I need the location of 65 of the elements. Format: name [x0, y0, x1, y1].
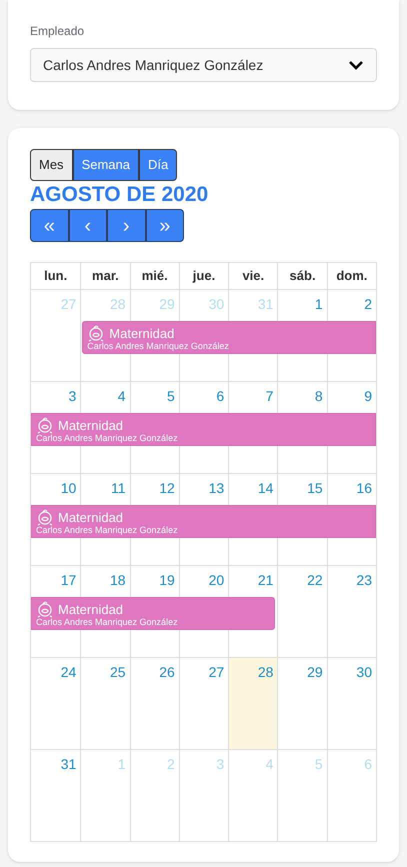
day-number[interactable]: 12 [159, 478, 175, 499]
event-title: Maternidad [58, 510, 124, 524]
month-title: AGOSTO DE 2020 [30, 182, 210, 208]
day-number[interactable]: 6 [216, 386, 224, 407]
weekday-header: jue. [192, 267, 216, 286]
day-number[interactable]: 10 [60, 478, 76, 499]
day-number[interactable]: 23 [356, 570, 372, 591]
weekday-header: lun. [44, 267, 68, 286]
event-person: Carlos Andres Manriquez González [87, 342, 230, 351]
day-number[interactable]: 2 [364, 294, 372, 315]
view-tab[interactable]: Semana [72, 149, 139, 181]
day-number[interactable]: 30 [356, 662, 372, 683]
event-bar[interactable]: Maternidad Carlos Andres Manriquez González [31, 597, 276, 630]
view-tab[interactable]: Día [138, 149, 178, 181]
event-title: Maternidad [109, 326, 174, 340]
day-number[interactable]: 5 [167, 386, 175, 407]
event-person: Carlos Andres Manriquez González [36, 618, 179, 627]
nav-button[interactable]: ‹ [68, 209, 107, 242]
day-number[interactable]: 21 [258, 570, 274, 591]
day-number[interactable]: 29 [307, 662, 323, 683]
weekday-header: sáb. [290, 267, 316, 286]
day-number[interactable]: 28 [258, 662, 274, 683]
nav-button[interactable]: » [146, 209, 184, 242]
day-number[interactable]: 13 [208, 478, 224, 499]
day-number[interactable]: 24 [60, 662, 76, 683]
day-number[interactable]: 14 [258, 478, 274, 499]
day-number[interactable]: 1 [314, 294, 323, 315]
day-number[interactable]: 19 [159, 570, 175, 591]
day-number[interactable]: 18 [110, 570, 126, 591]
nav-button[interactable]: › [107, 209, 146, 242]
event-bar[interactable]: Maternidad Carlos Andres Manriquez González [31, 505, 376, 538]
baby-face-icon [87, 324, 106, 342]
day-number[interactable]: 22 [307, 570, 323, 591]
day-number[interactable]: 15 [307, 478, 323, 499]
day-number[interactable]: 8 [314, 386, 323, 407]
nav-button[interactable]: « [30, 209, 68, 242]
event-bar[interactable]: Maternidad Carlos Andres Manriquez González [82, 321, 376, 354]
day-number[interactable]: 31 [60, 754, 76, 775]
weekday-header: mié. [142, 267, 168, 286]
weekday-header: mar. [92, 267, 119, 286]
day-number[interactable]: 25 [110, 662, 126, 683]
baby-face-icon [36, 508, 54, 526]
day-number[interactable]: 16 [356, 478, 372, 499]
event-person: Carlos Andres Manriquez González [36, 526, 179, 535]
baby-face-icon [36, 600, 54, 618]
event-title: Maternidad [58, 418, 124, 432]
day-number[interactable]: 17 [60, 570, 76, 591]
day-number[interactable]: 3 [68, 386, 76, 407]
weekday-header: vie. [242, 267, 264, 286]
employee-select[interactable]: Carlos Andres Manriquez González [30, 48, 377, 82]
event-person: Carlos Andres Manriquez González [36, 434, 179, 443]
view-tab[interactable]: Mes [30, 149, 73, 181]
day-number[interactable]: 9 [364, 386, 372, 407]
event-title: Maternidad [58, 602, 124, 616]
day-number[interactable]: 4 [118, 386, 126, 407]
weekday-header: dom. [336, 267, 368, 286]
day-number[interactable]: 20 [208, 570, 224, 591]
day-number[interactable]: 11 [111, 478, 126, 499]
chevron-down-icon [348, 60, 364, 70]
field-label: Empleado [30, 23, 86, 40]
day-number[interactable]: 27 [208, 662, 224, 683]
day-number[interactable]: 7 [266, 386, 274, 407]
day-number[interactable]: 26 [159, 662, 175, 683]
baby-face-icon [36, 416, 54, 434]
event-bar[interactable]: Maternidad Carlos Andres Manriquez González [31, 413, 376, 446]
